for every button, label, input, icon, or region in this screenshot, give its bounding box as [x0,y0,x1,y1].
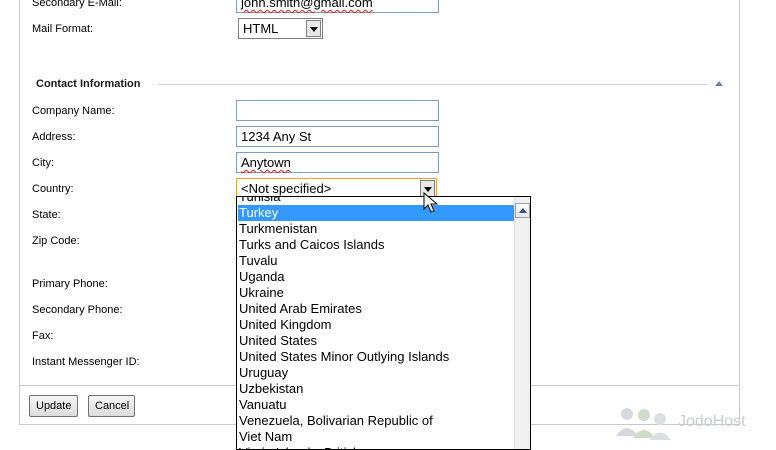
chevron-down-icon[interactable] [306,20,321,37]
list-item[interactable]: Venezuela, Bolivarian Republic of [238,413,514,429]
list-item[interactable]: Turkmenistan [238,221,514,237]
list-item[interactable]: Tuvalu [238,253,514,269]
mouse-pointer-icon [423,192,439,213]
list-item[interactable]: Vanuatu [238,397,514,413]
city-input[interactable]: Anytown [236,152,439,173]
country-label: Country: [32,183,74,195]
address-label: Address: [32,131,76,143]
list-item[interactable]: United Arab Emirates [238,301,514,317]
list-item[interactable]: Turks and Caicos Islands [238,237,514,253]
mail-format-select[interactable]: HTML [238,18,323,39]
list-item[interactable]: United Kingdom [238,317,514,333]
zip-label: Zip Code: [32,235,80,247]
list-item[interactable]: Uganda [238,269,514,285]
people-logo-icon [616,408,671,440]
scroll-up-arrow-icon[interactable] [515,203,530,218]
collapse-icon[interactable] [715,81,723,86]
state-label: State: [32,209,61,221]
cancel-button[interactable]: Cancel [88,395,135,417]
dropdown-scrollbar[interactable] [514,197,530,449]
address-input[interactable]: 1234 Any St [236,126,439,147]
list-item[interactable]: Uzbekistan [238,381,514,397]
list-item[interactable]: Virgin Islands, British [238,445,514,449]
section-title-contact: Contact Information [36,78,141,90]
list-item[interactable]: Tunisia [238,197,514,205]
company-input[interactable] [236,100,439,121]
mail-format-label: Mail Format: [32,23,94,35]
company-label: Company Name: [32,105,115,117]
list-item[interactable]: Viet Nam [238,429,514,445]
secondary-email-label: Secondary E-Mail: [32,0,122,9]
fax-label: Fax: [32,330,54,342]
list-item[interactable]: United States Minor Outlying Islands [238,349,514,365]
country-dropdown-list[interactable]: Tunisia Turkey Turkmenistan Turks and Caic… [236,196,531,450]
update-button[interactable]: Update [29,395,78,417]
list-item[interactable]: Ukraine [238,285,514,301]
primary-phone-label: Primary Phone: [32,278,108,290]
city-label: City: [32,157,54,169]
list-item[interactable]: United States [238,333,514,349]
secondary-email-input[interactable]: john.smith@gmail.com [236,0,439,13]
list-item[interactable]: Uruguay [238,365,514,381]
secondary-phone-label: Secondary Phone: [32,304,123,316]
list-item[interactable]: Turkey [238,205,514,221]
section-divider [158,84,708,85]
im-label: Instant Messenger ID: [32,356,140,368]
watermark-text: JodoHost [678,413,746,430]
